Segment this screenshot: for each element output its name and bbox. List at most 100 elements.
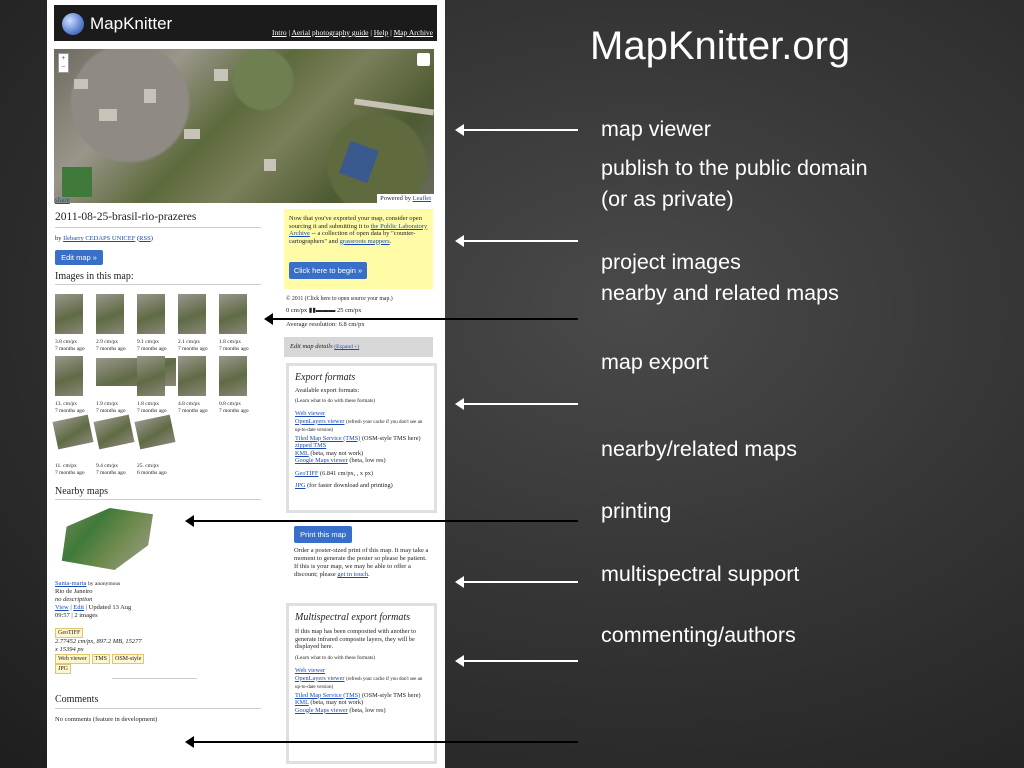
image-thumbnail[interactable] [219, 294, 247, 334]
google-maps-note: (beta, low res) [349, 457, 386, 464]
image-resolution: 3.8 cm/px [55, 339, 77, 345]
tms-link[interactable]: Tiled Map Service (TMS) [295, 435, 360, 442]
divider [55, 284, 261, 285]
geotiff-link[interactable]: GeoTIFF [295, 470, 318, 477]
nav-help[interactable]: Help [374, 28, 389, 37]
export-formats-panel: Export formats Available export formats:… [286, 363, 437, 513]
arrow-project-images [264, 313, 578, 325]
annotation-nearby-maps: nearby/related maps [601, 437, 797, 461]
nav-aerial-guide[interactable]: Aerial photography guide [291, 28, 368, 37]
ms-tms-osm-link[interactable]: (OSM-style TMS here) [362, 692, 421, 699]
print-text: Order a poster-sized print of this map. … [294, 547, 429, 578]
image-caption: 4.8 cm/px 7 months ago [178, 401, 218, 414]
ms-google-maps-note: (beta, low res) [349, 706, 386, 714]
author-link[interactable]: Ilebarry CEDAPS UNICEF [63, 235, 135, 242]
nearby-edit-link[interactable]: Edit [73, 604, 84, 611]
ms-google-maps-link[interactable]: Google Maps viewer [295, 707, 348, 714]
divider [55, 708, 261, 709]
edit-details-bar[interactable]: Edit map details (Expand +) [284, 337, 433, 357]
image-resolution: 13. cm/px [55, 401, 77, 407]
openlayers-link[interactable]: OpenLayers viewer [295, 418, 344, 425]
geotiff-line: GeoTIFF (6.841 cm/px, , x px) [295, 470, 428, 478]
image-thumbnail[interactable] [93, 414, 135, 450]
nearby-author: by anonymous [88, 581, 121, 587]
edit-map-button[interactable]: Edit map » [55, 250, 103, 265]
image-resolution: 0.8 cm/px [219, 401, 241, 407]
web-viewer-tag[interactable]: Web viewer [55, 654, 90, 664]
tms-tag[interactable]: TMS [91, 654, 111, 664]
arrow-map-viewer [455, 124, 578, 136]
multispectral-learn[interactable]: (Learn what to do with these formats) [295, 655, 428, 663]
arrow-commenting [185, 736, 578, 748]
annotation-publish: publish to the public domain [601, 156, 868, 180]
image-thumbnail[interactable] [55, 356, 83, 396]
road [353, 98, 434, 116]
map-viewer[interactable]: + − Powered by Leaflet [54, 49, 434, 203]
share-link[interactable]: share [55, 196, 70, 204]
byline-prefix: by [55, 235, 62, 242]
multispectral-text: If this map has been composited with ano… [295, 628, 417, 650]
export-learn[interactable]: (Learn what to do with these formats) [295, 398, 428, 406]
image-resolution: 4.8 cm/px [178, 401, 200, 407]
annotation-private: (or as private) [601, 187, 734, 211]
byline: by Ilebarry CEDAPS UNICEF (RSS) [55, 235, 153, 242]
nearby-stats-size: x 15394 px [55, 646, 84, 653]
scale-bar: 0 cm/px ▮▮▬▬▬ 25 cm/px [286, 307, 362, 314]
image-thumbnail[interactable] [55, 294, 83, 334]
tms-osm-link[interactable]: (OSM-style TMS here) [362, 435, 421, 442]
license-text[interactable]: © 2011 (Click here to open source your m… [286, 295, 393, 303]
image-caption: 1.9 cm/px 7 months ago [96, 401, 136, 414]
attribution: Powered by Leaflet [377, 194, 434, 203]
image-resolution: 11. cm/px [55, 463, 77, 469]
image-resolution: 2.9 cm/px [96, 339, 118, 345]
expand-link[interactable]: (Expand +) [334, 344, 359, 350]
osm-style-tag[interactable]: OSM-style [112, 654, 145, 664]
ms-tms-link[interactable]: Tiled Map Service (TMS) [295, 692, 360, 699]
layers-icon[interactable] [417, 53, 430, 66]
nearby-stats: 2.77452 cm/px, 897.2 MB, 15277 [55, 638, 142, 645]
image-caption: 9.1 cm/px 7 months ago [137, 339, 177, 352]
ms-openlayers-link[interactable]: OpenLayers viewer [295, 675, 344, 682]
sports-field [62, 167, 92, 197]
google-maps-link[interactable]: Google Maps viewer [295, 457, 348, 464]
ms-kml-link[interactable]: KML [295, 699, 309, 706]
rss-link[interactable]: RSS [139, 235, 151, 242]
rooftop [74, 79, 88, 89]
image-age: 7 months ago [55, 469, 85, 476]
image-thumbnail[interactable] [96, 294, 124, 334]
grassroots-mappers-link[interactable]: grassroots mappers [340, 238, 390, 245]
nav-map-archive[interactable]: Map Archive [394, 28, 433, 37]
nearby-map-link[interactable]: Santa-marta [55, 580, 86, 587]
jpg-link[interactable]: JPG [295, 482, 306, 489]
publish-box: Now that you've exported your map, consi… [284, 209, 433, 289]
nearby-map-thumbnail[interactable] [61, 508, 153, 570]
zoom-control[interactable]: + − [58, 53, 69, 73]
jpg-tag[interactable]: JPG [55, 664, 72, 674]
leaflet-link[interactable]: Leaflet [413, 195, 431, 202]
nav-intro[interactable]: Intro [272, 28, 287, 37]
image-thumbnail[interactable] [219, 356, 247, 396]
image-thumbnail[interactable] [52, 414, 94, 450]
image-caption: 9.4 cm/px 7 months ago [96, 463, 136, 476]
rooftop [214, 69, 228, 81]
arrow-printing [455, 576, 578, 588]
image-thumbnail[interactable] [137, 294, 165, 334]
image-thumbnail[interactable] [178, 356, 206, 396]
web-viewer-link[interactable]: Web viewer [295, 410, 325, 417]
ms-web-viewer-link[interactable]: Web viewer [295, 667, 325, 674]
kml-link[interactable]: KML [295, 450, 309, 457]
image-age: 7 months ago [55, 407, 85, 414]
site-logo[interactable]: MapKnitter [90, 14, 172, 34]
image-thumbnail[interactable] [178, 294, 206, 334]
nearby-view-link[interactable]: View [55, 604, 69, 611]
print-map-button[interactable]: Print this map [294, 526, 352, 543]
image-age: 7 months ago [96, 345, 126, 352]
image-thumbnail[interactable] [137, 356, 165, 396]
zipped-tms-link[interactable]: zipped TMS [295, 442, 326, 449]
begin-publish-button[interactable]: Click here to begin » [289, 262, 367, 279]
geotiff-tag[interactable]: GeoTIFF [55, 628, 84, 638]
get-in-touch-link[interactable]: get in touch [337, 571, 368, 578]
images-heading: Images in this map: [55, 271, 134, 282]
image-thumbnail[interactable] [134, 414, 176, 450]
comments-heading: Comments [55, 694, 99, 705]
